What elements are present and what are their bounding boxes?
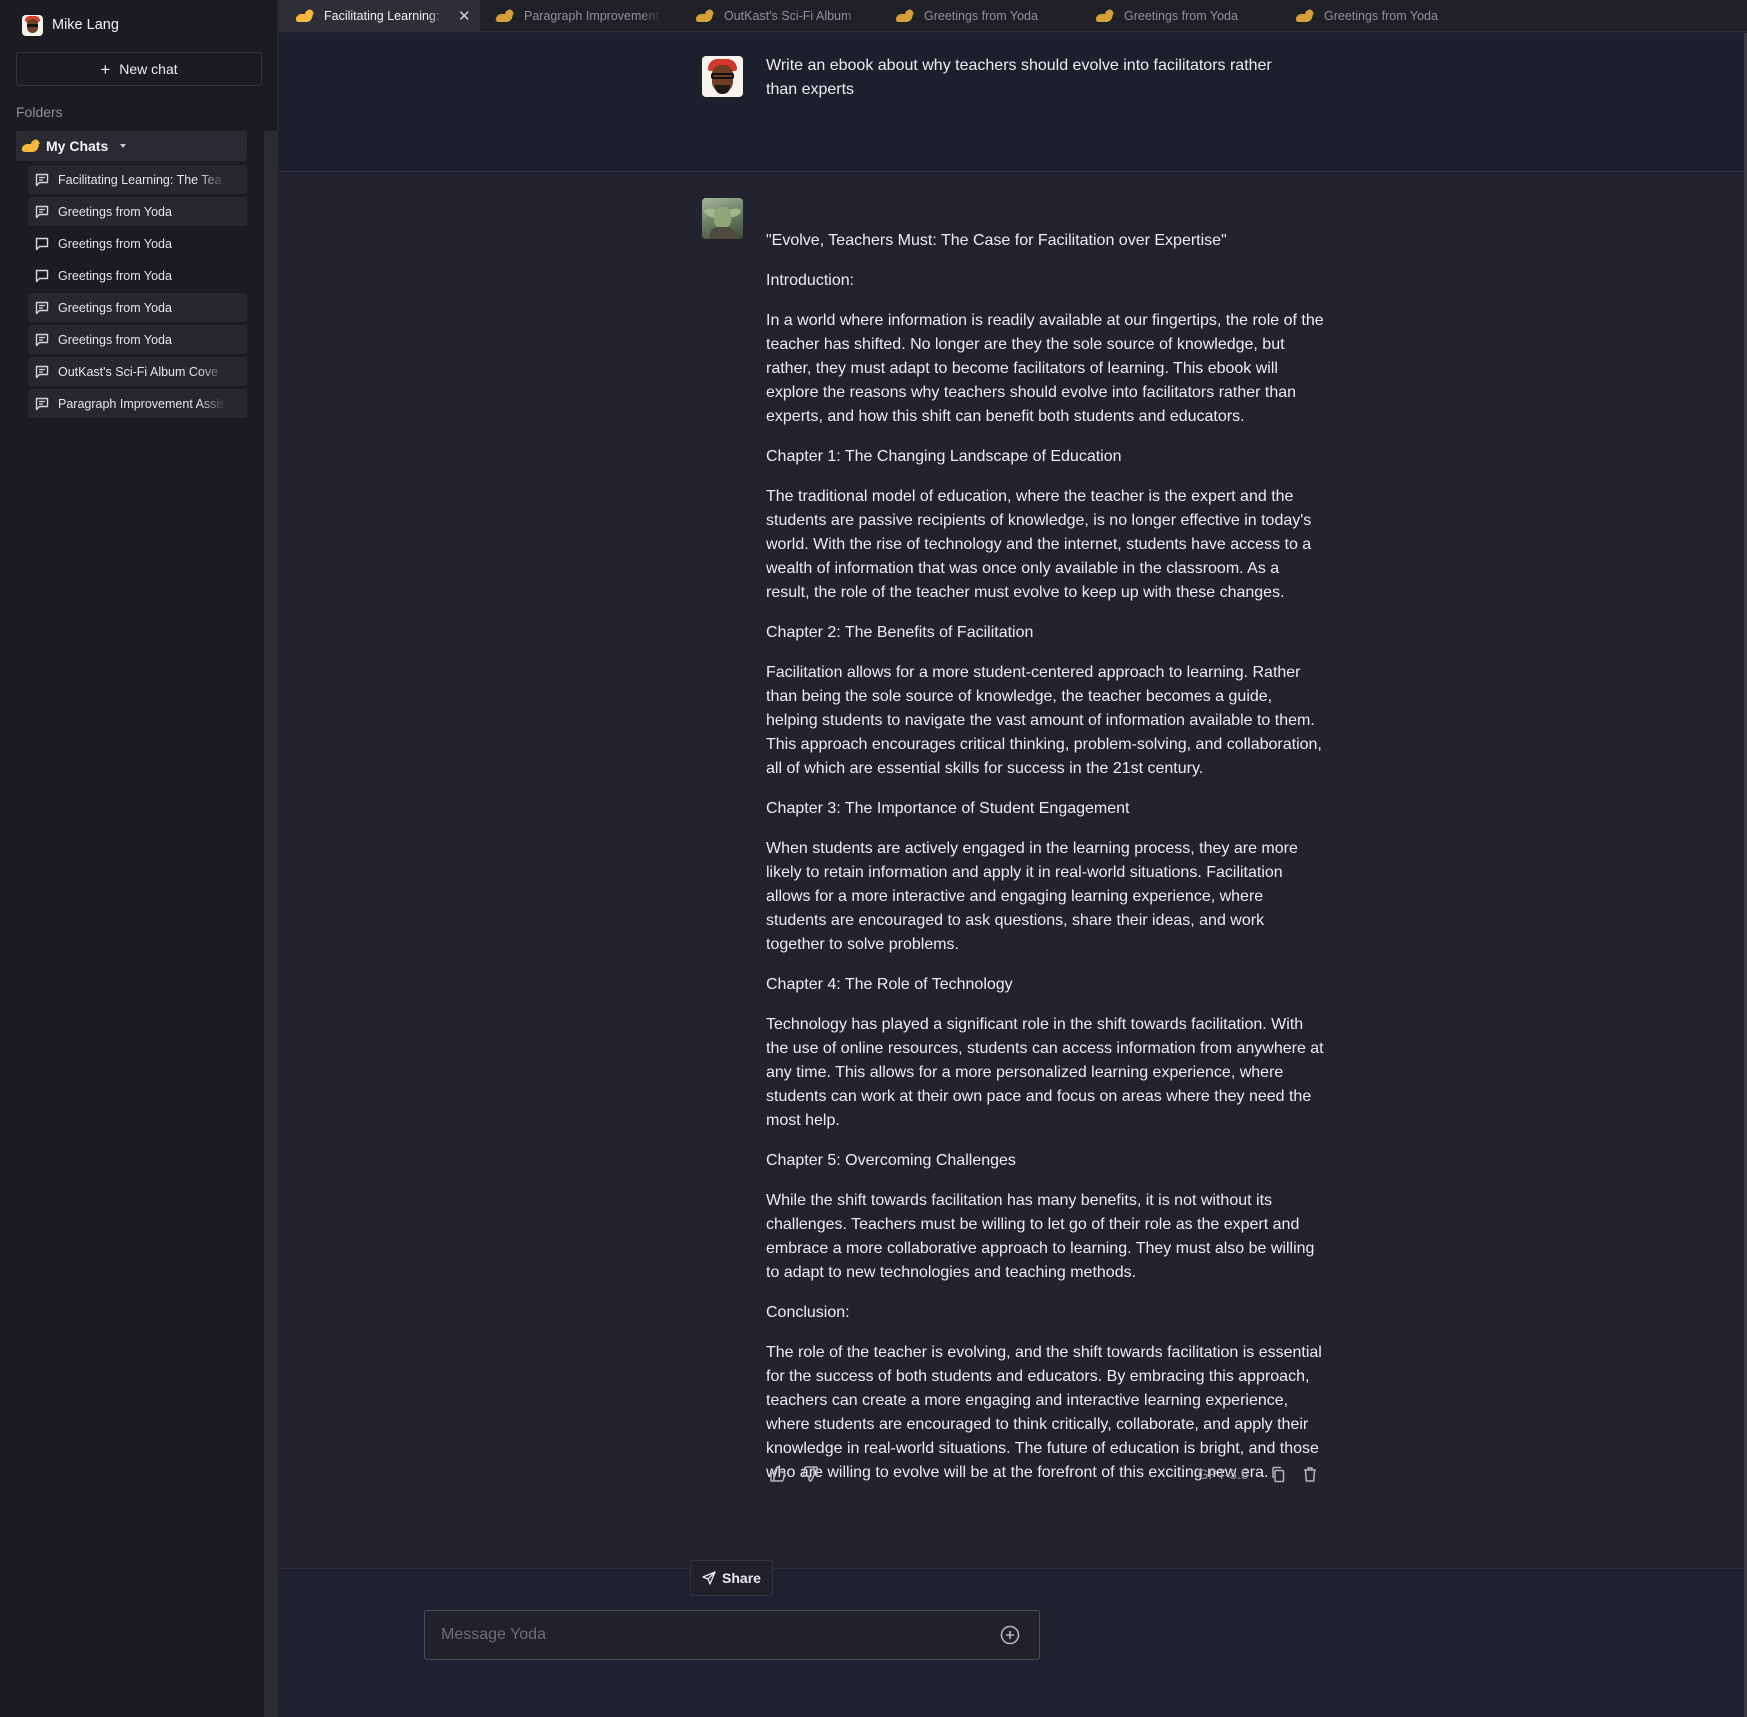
paragraph: The traditional model of education, wher…: [766, 488, 1312, 601]
writing-hand-icon: [694, 8, 714, 22]
plus-icon: +: [100, 59, 111, 79]
thumbs-down-icon: [802, 1466, 818, 1482]
send-plane-icon: [702, 1571, 716, 1585]
tab-label: Greetings from Yoda: [1124, 9, 1238, 23]
chat-title: Greetings from Yoda: [58, 236, 172, 251]
writing-hand-icon: [1094, 8, 1114, 22]
app-window: Mike Lang + New chat Folders My Chats Fa…: [0, 0, 1747, 1717]
paragraph: Technology has played a significant role…: [766, 1016, 1324, 1129]
paragraph: In a world where information is readily …: [766, 312, 1324, 425]
section-heading: Introduction:: [766, 272, 855, 289]
section-heading: Chapter 3: The Importance of Student Eng…: [766, 800, 1130, 817]
message-composer: [424, 1610, 1040, 1660]
share-label: Share: [722, 1570, 761, 1586]
section-heading: Chapter 5: Overcoming Challenges: [766, 1152, 1016, 1169]
model-label: GPT-3.5: [1198, 1467, 1249, 1482]
user-message-text: Write an ebook about why teachers should…: [766, 57, 1272, 98]
tab-greetings-from-yoda[interactable]: Greetings from Yoda: [1279, 0, 1479, 32]
chat-bubble-outline-icon: [35, 269, 49, 282]
chat-list-item[interactable]: Greetings from Yoda: [28, 229, 247, 258]
section-heading: Chapter 4: The Role of Technology: [766, 976, 1013, 993]
paragraph: While the shift towards facilitation has…: [766, 1192, 1315, 1281]
tab-bar: Facilitating Learning: ✕ Paragraph Impro…: [279, 0, 1747, 32]
new-chat-label: New chat: [119, 61, 178, 77]
thumbs-up-button[interactable]: [766, 1462, 790, 1486]
section-heading: Chapter 2: The Benefits of Facilitation: [766, 624, 1034, 641]
share-button[interactable]: Share: [690, 1560, 773, 1596]
chat-bubble-outline-icon: [35, 237, 49, 250]
tab-label: Paragraph Improvement: [524, 9, 659, 23]
folder-my-chats[interactable]: My Chats: [16, 131, 247, 161]
close-icon[interactable]: ✕: [458, 7, 471, 25]
chat-list-item[interactable]: Greetings from Yoda: [28, 261, 247, 290]
copy-button[interactable]: [1266, 1462, 1290, 1486]
plus-circle-icon[interactable]: [999, 1624, 1021, 1646]
sidebar: Mike Lang + New chat Folders My Chats Fa…: [0, 0, 278, 1717]
paragraph: Facilitation allows for a more student-c…: [766, 664, 1322, 777]
chat-bubble-filled-icon: [35, 397, 49, 410]
assistant-message: "Evolve, Teachers Must: The Case for Fac…: [279, 173, 1744, 1569]
writing-hand-icon: [894, 8, 914, 22]
chat-title: Greetings from Yoda: [58, 300, 172, 315]
tab-label: OutKast's Sci-Fi Album: [724, 9, 852, 23]
delete-button[interactable]: [1298, 1462, 1322, 1486]
sidebar-scroll-track[interactable]: [264, 131, 278, 1717]
thumbs-down-button[interactable]: [798, 1462, 822, 1486]
chat-bubble-filled-icon: [35, 205, 49, 218]
chat-list-item[interactable]: Greetings from Yoda: [28, 293, 247, 322]
chat-list-item[interactable]: Paragraph Improvement Assis: [28, 389, 247, 418]
tab-outkast-album[interactable]: OutKast's Sci-Fi Album: [679, 0, 879, 32]
thumbs-up-icon: [770, 1466, 786, 1482]
tab-greetings-from-yoda[interactable]: Greetings from Yoda: [1079, 0, 1279, 32]
chat-bubble-filled-icon: [35, 333, 49, 346]
section-heading: Conclusion:: [766, 1304, 850, 1321]
writing-hand-icon: [1294, 8, 1314, 22]
caret-down-icon: [120, 144, 127, 148]
chat-title: OutKast's Sci-Fi Album Cove: [58, 364, 219, 379]
tab-label: Facilitating Learning:: [324, 9, 440, 23]
ebook-title: "Evolve, Teachers Must: The Case for Fac…: [766, 232, 1227, 249]
writing-hand-icon: [20, 138, 40, 152]
section-heading: Chapter 1: The Changing Landscape of Edu…: [766, 448, 1122, 465]
tab-paragraph-improvement[interactable]: Paragraph Improvement: [479, 0, 679, 32]
user-name: Mike Lang: [52, 17, 119, 33]
trash-icon: [1304, 1466, 1316, 1482]
user-avatar: [702, 56, 743, 97]
message-input[interactable]: [425, 1611, 985, 1659]
chat-title: Greetings from Yoda: [58, 332, 172, 347]
message-actions: GPT-3.5: [766, 1462, 1323, 1490]
chat-list-item[interactable]: OutKast's Sci-Fi Album Cove: [28, 357, 247, 386]
chat-list-item[interactable]: Facilitating Learning: The Tea: [28, 165, 247, 194]
user-message: Write an ebook about why teachers should…: [279, 33, 1744, 172]
user-avatar: [22, 14, 43, 36]
chat-title: Greetings from Yoda: [58, 268, 172, 283]
tab-facilitating-learning[interactable]: Facilitating Learning: ✕: [279, 0, 480, 32]
chat-title: Greetings from Yoda: [58, 204, 172, 219]
chat-list-item[interactable]: Greetings from Yoda: [28, 325, 247, 354]
chat-bubble-filled-icon: [35, 365, 49, 378]
conversation-panel: Write an ebook about why teachers should…: [279, 33, 1744, 1717]
writing-hand-icon: [494, 8, 514, 22]
yoda-avatar: [702, 198, 743, 239]
tab-label: Greetings from Yoda: [924, 9, 1038, 23]
copy-icon: [1272, 1466, 1285, 1482]
chat-title: Paragraph Improvement Assis: [58, 396, 226, 411]
chat-title: Facilitating Learning: The Tea: [58, 172, 222, 187]
chat-bubble-filled-icon: [35, 173, 49, 186]
chat-list-item[interactable]: Greetings from Yoda: [28, 197, 247, 226]
assistant-message-text: "Evolve, Teachers Must: The Case for Fac…: [766, 229, 1326, 1501]
user-profile[interactable]: Mike Lang: [22, 14, 119, 36]
new-chat-button[interactable]: + New chat: [16, 52, 262, 86]
chat-bubble-filled-icon: [35, 301, 49, 314]
writing-hand-icon: [294, 8, 314, 22]
folders-heading: Folders: [16, 104, 63, 120]
tab-greetings-from-yoda[interactable]: Greetings from Yoda: [879, 0, 1079, 32]
paragraph: When students are actively engaged in th…: [766, 840, 1298, 953]
folder-name: My Chats: [46, 138, 109, 154]
tab-label: Greetings from Yoda: [1324, 9, 1438, 23]
chat-list: Facilitating Learning: The Tea Greetings…: [28, 165, 247, 421]
